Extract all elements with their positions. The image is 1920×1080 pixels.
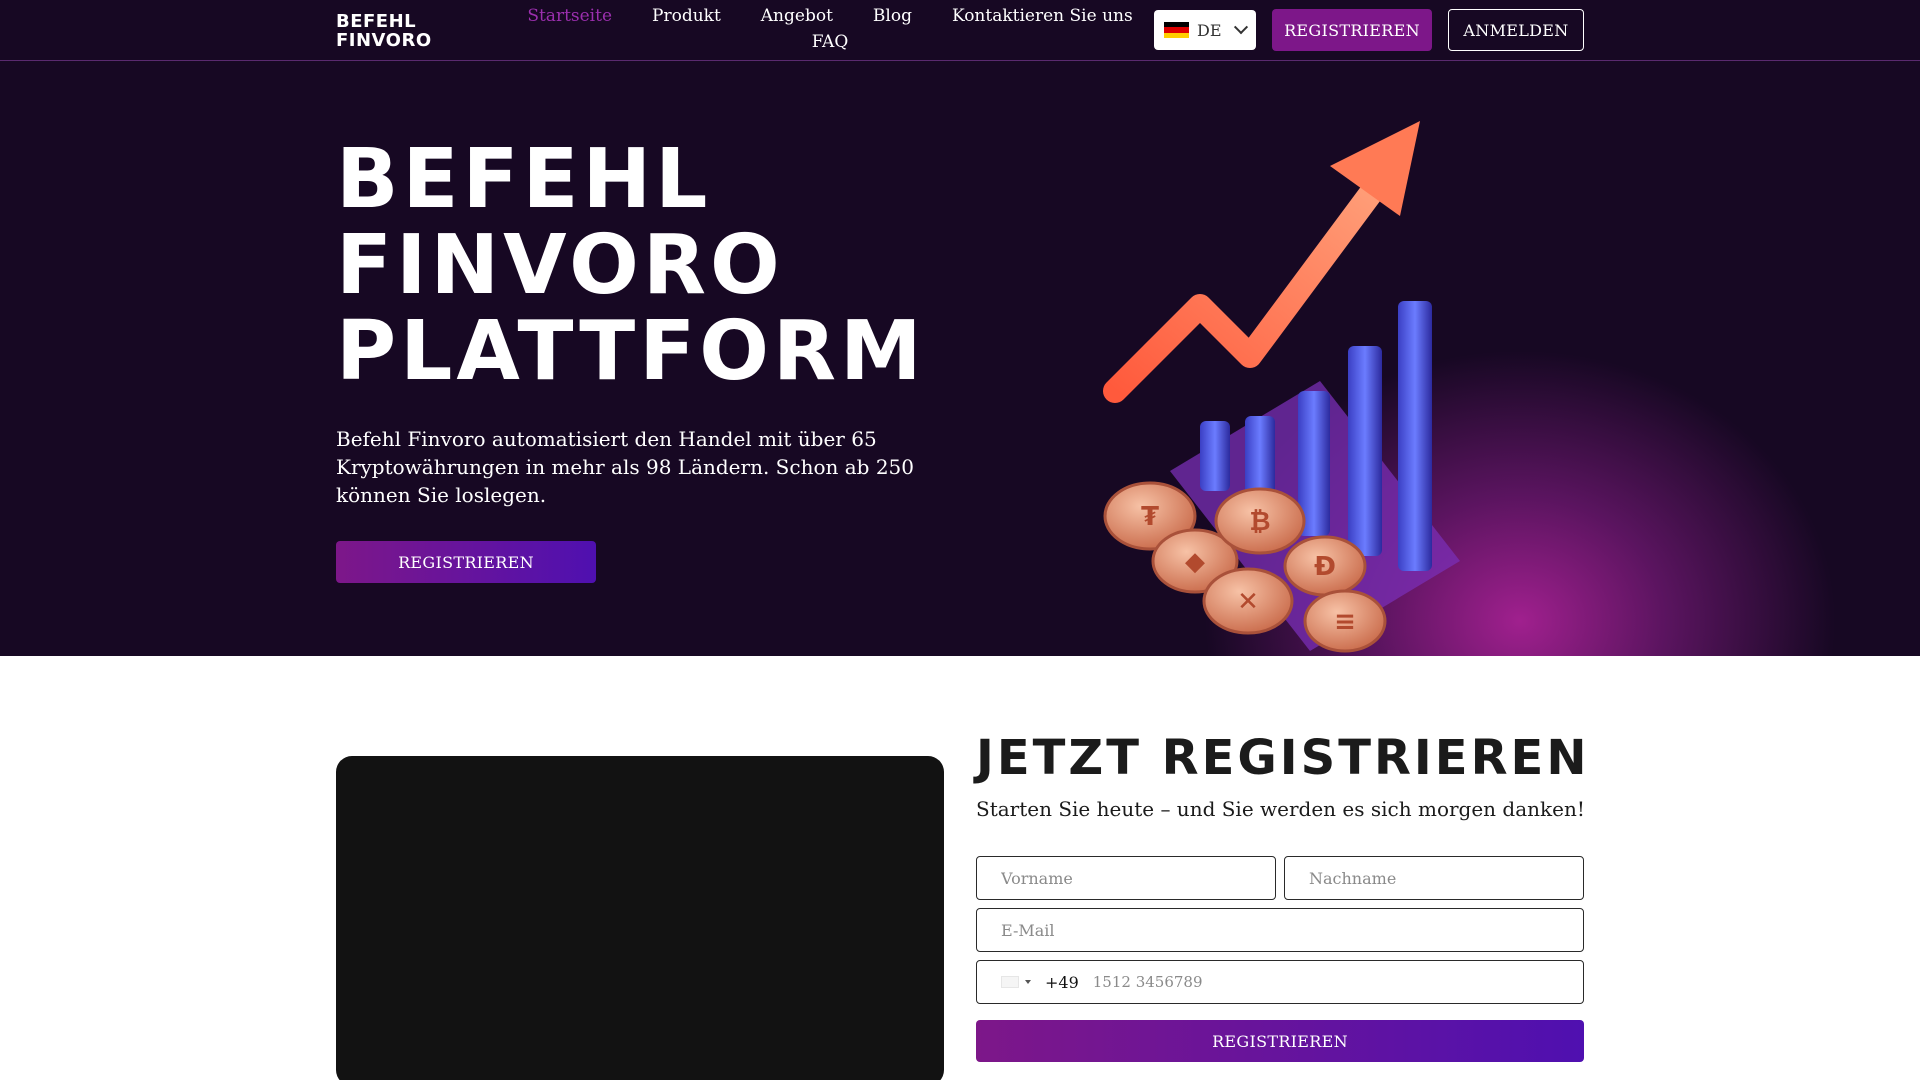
hero-description: Befehl Finvoro automatisiert den Handel … (336, 427, 914, 507)
register-subtitle: Starten Sie heute – und Sie werden es si… (976, 797, 1585, 821)
language-code: DE (1197, 20, 1222, 40)
logo[interactable]: BEFEHL FINVORO (336, 12, 432, 50)
coin-symbol: ₿ (1249, 507, 1270, 537)
coin-symbol: ≡ (1334, 607, 1356, 637)
country-flag-icon[interactable] (1001, 976, 1019, 988)
first-name-field[interactable] (976, 856, 1276, 900)
hero-title-line-3: PLATTFORM (336, 304, 926, 399)
phone-country-code: +49 (1045, 972, 1079, 992)
site-header: BEFEHL FINVORO Startseite Produkt Angebo… (0, 0, 1920, 61)
hero-register-button[interactable]: REGISTRIEREN (336, 541, 596, 583)
main-nav: Startseite Produkt Angebot Blog Kontakti… (527, 6, 1132, 54)
hero-title-line-2: FINVORO (336, 218, 784, 313)
hero-title-line-1: BEFEHL (336, 132, 712, 227)
coin-symbol: ✕ (1237, 587, 1259, 617)
coin-symbol: Ð (1314, 552, 1336, 582)
hero-title: BEFEHL FINVORO PLATTFORM (336, 137, 926, 395)
form-register-button[interactable]: REGISTRIEREN (976, 1020, 1584, 1062)
header-register-button[interactable]: REGISTRIEREN (1272, 9, 1432, 51)
email-field[interactable] (976, 908, 1584, 952)
coin-symbol: ◆ (1185, 547, 1205, 577)
last-name-field[interactable] (1284, 856, 1584, 900)
nav-item-kontakt[interactable]: Kontaktieren Sie uns (952, 6, 1133, 28)
nav-item-blog[interactable]: Blog (873, 6, 912, 28)
phone-field: +49 (976, 960, 1584, 1004)
coin-symbol: ₮ (1141, 502, 1159, 532)
hero-section: BEFEHL FINVORO PLATTFORM Befehl Finvoro … (0, 61, 1920, 656)
caret-down-icon[interactable] (1025, 980, 1031, 984)
header-login-button[interactable]: ANMELDEN (1448, 9, 1584, 51)
nav-item-faq[interactable]: FAQ (812, 32, 849, 54)
video-player[interactable] (336, 756, 944, 1080)
phone-input[interactable] (1092, 962, 1583, 1002)
germany-flag-icon (1164, 22, 1189, 38)
logo-line-2: FINVORO (336, 30, 432, 51)
chevron-down-icon (1233, 20, 1248, 35)
logo-line-1: BEFEHL (336, 11, 417, 32)
language-selector[interactable]: DE (1154, 10, 1256, 50)
nav-item-angebot[interactable]: Angebot (761, 6, 833, 28)
nav-item-startseite[interactable]: Startseite (527, 6, 612, 28)
crypto-growth-illustration: ₮ ◆ ₿ Ð ✕ ≡ (1103, 121, 1460, 653)
register-title: JETZT REGISTRIEREN (976, 730, 1590, 786)
nav-item-produkt[interactable]: Produkt (652, 6, 721, 28)
